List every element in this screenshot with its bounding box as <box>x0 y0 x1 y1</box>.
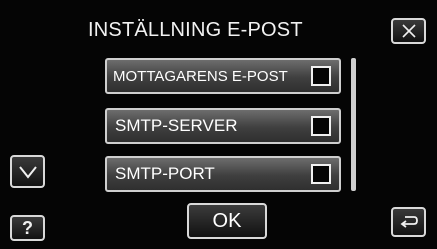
ok-button[interactable]: OK <box>187 203 267 239</box>
chevron-down-icon <box>18 165 37 179</box>
checkbox[interactable] <box>311 116 331 136</box>
list-item-label: MOTTAGARENS E-POST <box>113 67 288 85</box>
checkbox[interactable] <box>311 66 331 86</box>
checkbox[interactable] <box>311 164 331 184</box>
return-icon <box>400 216 418 228</box>
settings-screen: INSTÄLLNING E-POST MOTTAGARENS E-POST SM… <box>0 0 437 249</box>
back-button[interactable] <box>391 207 426 237</box>
close-button[interactable] <box>391 18 426 44</box>
help-label: ? <box>22 218 33 238</box>
list-item-smtp-server[interactable]: SMTP-SERVER <box>105 108 341 144</box>
scroll-down-button[interactable] <box>10 155 45 188</box>
list-item-recipient-email[interactable]: MOTTAGARENS E-POST <box>105 58 341 94</box>
close-icon <box>401 24 416 38</box>
page-title: INSTÄLLNING E-POST <box>88 19 303 41</box>
list-item-label: SMTP-SERVER <box>115 116 238 135</box>
list-item-smtp-port[interactable]: SMTP-PORT <box>105 156 341 192</box>
list-item-label: SMTP-PORT <box>115 164 215 183</box>
help-button[interactable]: ? <box>10 215 45 241</box>
scrollbar[interactable] <box>351 58 356 191</box>
